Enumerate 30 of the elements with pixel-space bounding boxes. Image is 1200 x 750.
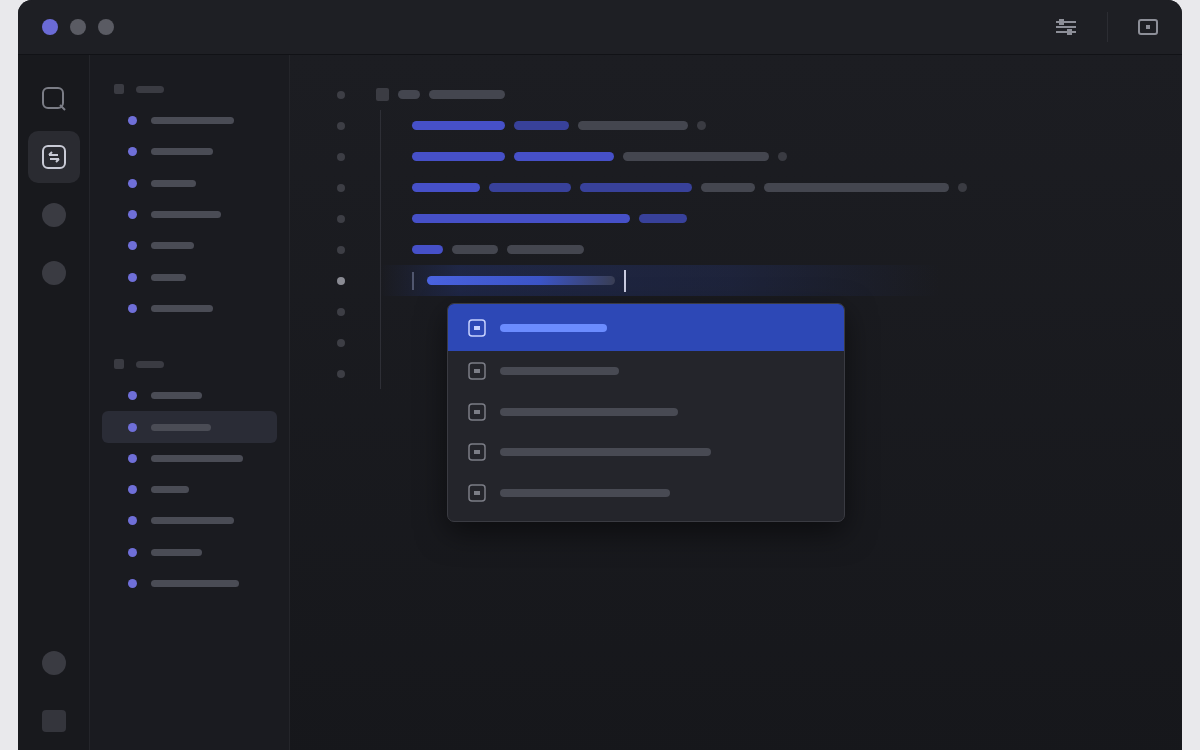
sliders-icon[interactable] [1055,19,1077,35]
panel-icon[interactable] [1138,19,1158,35]
files-icon [40,144,67,170]
circle-icon [40,650,67,676]
window-control[interactable] [98,19,114,35]
block-icon [376,88,389,101]
activity-button[interactable] [27,131,80,183]
code-token [452,245,498,254]
code-token [514,121,569,130]
square-icon [41,710,66,732]
circle-icon [40,260,67,286]
snippet-icon [468,362,486,381]
dot-icon [778,152,787,161]
snippet-icon [468,483,486,502]
snippet-icon [468,443,486,462]
code-token [412,245,443,254]
snippet-icon [468,402,486,421]
file-item[interactable] [102,411,277,443]
window-control[interactable] [70,19,86,35]
window-control[interactable] [42,19,58,35]
snippet-icon [468,318,486,337]
dot-icon [958,183,967,192]
code-token [639,214,687,223]
search-icon [40,86,67,112]
code-token [701,183,755,192]
circle-icon [40,202,67,228]
dot-icon [697,121,706,130]
code-token [398,90,420,99]
completion-item[interactable] [448,304,844,351]
code-token [412,183,480,192]
